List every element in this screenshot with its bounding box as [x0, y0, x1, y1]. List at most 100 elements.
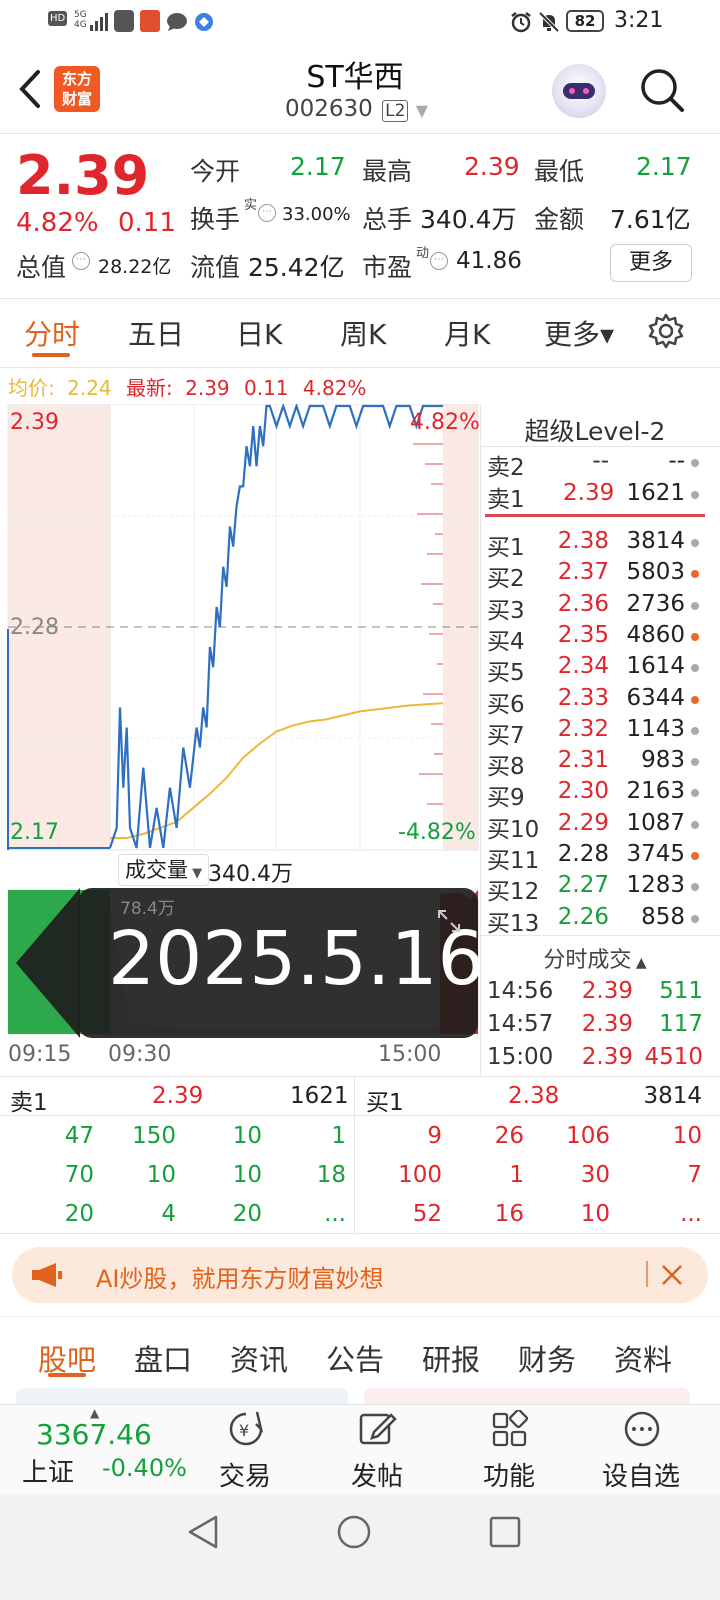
orderbook-buy-row[interactable]: 买13 2.26 858	[481, 903, 709, 937]
caret-down-icon: ▼	[188, 866, 203, 881]
depth-buy-qty: 3814	[643, 1083, 702, 1109]
depth-sell-price: 2.39	[152, 1083, 204, 1109]
hd-icon: HD	[48, 11, 68, 26]
tick-qty: 4510	[644, 1044, 703, 1070]
index-name: 上证	[22, 1458, 75, 1488]
info-icon[interactable]: ⋯	[258, 204, 276, 222]
orderbook-level-label: 买10	[487, 816, 540, 843]
ticks-header[interactable]: 分时成交 ▲	[481, 942, 709, 974]
back-icon[interactable]	[14, 68, 44, 110]
depth-sell-cell: 70	[64, 1162, 94, 1188]
orderbook-level-label: 买2	[487, 566, 525, 593]
tab-intraday[interactable]: 分时	[24, 313, 80, 353]
status-dot	[691, 726, 699, 735]
tick-time: 14:56	[487, 978, 554, 1004]
tab-monthly-k[interactable]: 月K	[444, 313, 490, 353]
close-icon[interactable]	[660, 1263, 684, 1287]
orderbook-buy-row[interactable]: 买12 2.27 1283	[481, 872, 709, 905]
stock-code-row[interactable]: 002630 L2 ▼	[285, 96, 428, 126]
tab-finance[interactable]: 财务	[518, 1337, 576, 1379]
back-triangle-icon[interactable]	[186, 1514, 220, 1550]
tab-daily-k[interactable]: 日K	[236, 313, 282, 353]
tab-announcements[interactable]: 公告	[326, 1337, 384, 1379]
orderbook-buy-row[interactable]: 买2 2.37 5803	[481, 559, 709, 593]
ai-ad-banner[interactable]: AI炒股，就用东方财富妙想	[12, 1247, 708, 1303]
orderbook-buy-row[interactable]: 买11 2.28 3745	[481, 841, 709, 874]
system-nav-bar	[0, 1494, 720, 1600]
info-icon[interactable]: ⋯	[430, 252, 448, 270]
orderbook-price: 2.34	[557, 653, 609, 680]
orderbook-buy-row[interactable]: 买3 2.36 2736	[481, 591, 709, 624]
orderbook-qty: 1621	[626, 480, 685, 506]
tab-pankou[interactable]: 盘口	[134, 1337, 192, 1379]
depth-buy-cell: 52	[412, 1201, 442, 1227]
tab-research[interactable]: 研报	[422, 1337, 480, 1379]
tab-profile[interactable]: 资料	[614, 1337, 672, 1379]
tab-news[interactable]: 资讯	[230, 1337, 288, 1379]
y-bottom-label: 2.17	[10, 820, 59, 845]
edit-post-icon[interactable]	[358, 1410, 398, 1448]
nav-trade[interactable]: 交易	[195, 1456, 295, 1493]
y-mid-label: 2.28	[10, 615, 59, 640]
nav-post[interactable]: 发帖	[327, 1456, 427, 1493]
orderbook-buy-row[interactable]: 买1 2.38 3814	[481, 528, 709, 561]
orderbook-buy-row[interactable]: 买10 2.29 1087	[481, 810, 709, 843]
status-dot	[691, 914, 699, 923]
latest-value: 2.39	[185, 376, 230, 400]
info-icon[interactable]: ⋯	[72, 252, 90, 270]
orderbook-buy-row[interactable]: 买7 2.32 1143	[481, 716, 709, 749]
chart-info-line: 均价: 2.24 最新: 2.39 0.11 4.82%	[8, 372, 366, 400]
depth-buy-cell: 9	[427, 1123, 442, 1149]
orderbook-qty: 2163	[626, 778, 685, 805]
latest-change: 0.11	[244, 376, 289, 400]
orderbook-buy-row[interactable]: 买8 2.31 983	[481, 747, 709, 780]
nav-watchlist[interactable]: 设自选	[591, 1456, 691, 1493]
functions-grid-icon[interactable]	[490, 1410, 530, 1448]
status-dot	[691, 852, 699, 860]
index-ticker[interactable]: ▲ 3367.46 上证 -0.40%	[10, 1406, 190, 1490]
depth-sell-cell: 18	[316, 1162, 346, 1188]
x-tick-label: 09:15	[8, 1042, 72, 1067]
order-book-panel[interactable]: 超级Level-2 卖2 -- -- 卖1 2.39 1621 买1 2.38 3814 买2 2…	[480, 404, 720, 1076]
orderbook-buy-row[interactable]: 买4 2.35 4860	[481, 622, 709, 655]
logo-line-1: 东方	[61, 70, 92, 88]
intraday-chart-area[interactable]: 2.39 2.28 2.17 4.82% -4.82% 成交量 ▼ 340.4万…	[0, 404, 485, 1076]
expand-icon[interactable]	[436, 908, 462, 934]
orderbook-sell-row[interactable]: 卖2 -- --	[481, 448, 709, 481]
ai-robot-avatar[interactable]	[552, 64, 606, 118]
pe-value: 41.86	[456, 248, 522, 274]
latest-label: 最新:	[126, 376, 173, 400]
depth-buy-price: 2.38	[508, 1083, 560, 1109]
depth-sell-cell: 20	[64, 1201, 94, 1227]
change-amount: 0.11	[118, 208, 176, 238]
nav-functions[interactable]: 功能	[459, 1456, 559, 1493]
eastmoney-logo[interactable]: 东方 财富	[54, 66, 100, 112]
recents-square-icon[interactable]	[488, 1515, 522, 1549]
tab-more[interactable]: 更多▾	[544, 313, 614, 353]
depth-buy-cell: ...	[680, 1201, 702, 1227]
depth-buy-cell: 1	[509, 1162, 524, 1188]
volume-indicator-select[interactable]: 成交量 ▼	[118, 854, 210, 886]
tab-5day[interactable]: 五日	[128, 313, 184, 353]
search-icon[interactable]	[638, 66, 686, 114]
trade-icon[interactable]: ¥	[226, 1410, 266, 1448]
more-button[interactable]: 更多	[610, 244, 692, 282]
tab-weekly-k[interactable]: 周K	[340, 313, 386, 353]
home-circle-icon[interactable]	[336, 1514, 372, 1550]
battery-icon: 82	[566, 10, 604, 32]
high-value: 2.39	[464, 152, 520, 181]
orderbook-buy-row[interactable]: 买9 2.30 2163	[481, 778, 709, 811]
volume-label: 总手	[362, 205, 413, 234]
orderbook-buy-row[interactable]: 买5 2.34 1614	[481, 653, 709, 686]
add-watchlist-icon[interactable]	[622, 1410, 662, 1448]
orderbook-qty: 858	[641, 903, 685, 930]
logo-line-2: 财富	[61, 90, 92, 108]
tick-price: 2.39	[581, 1011, 633, 1037]
status-left-icons: HD 5G 4G	[48, 10, 213, 34]
orderbook-title[interactable]: 超级Level-2	[481, 412, 709, 448]
settings-gear-icon[interactable]	[648, 313, 684, 349]
depth-sell-cell: ...	[324, 1201, 346, 1227]
orderbook-sell-row[interactable]: 卖1 2.39 1621	[481, 480, 709, 513]
orderbook-buy-row[interactable]: 买6 2.33 6344	[481, 685, 709, 718]
depth-buy-cell: 30	[580, 1162, 610, 1188]
